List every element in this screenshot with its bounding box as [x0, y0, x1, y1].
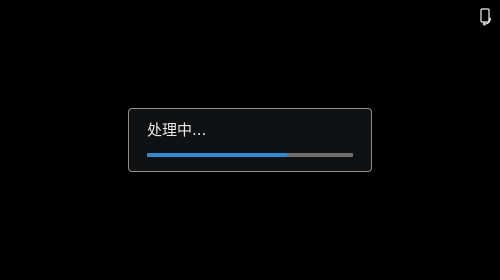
screen: 处理中... [0, 0, 500, 280]
phone-rotate-icon [480, 8, 491, 26]
progress-bar-fill [147, 153, 288, 157]
progress-bar-track [147, 153, 353, 157]
processing-message: 处理中... [147, 121, 207, 139]
progress-dialog: 处理中... [128, 108, 372, 172]
